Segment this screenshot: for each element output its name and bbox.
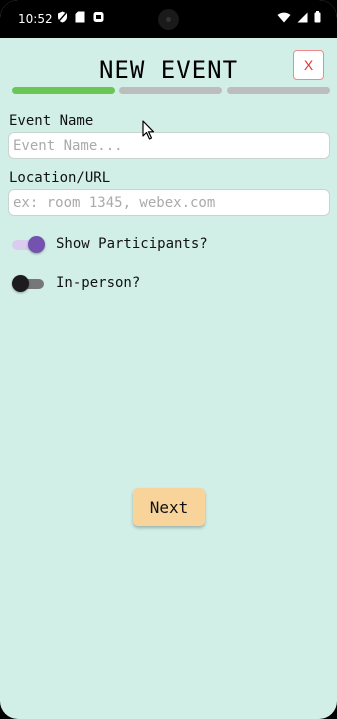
page-title: NEW EVENT <box>98 56 239 84</box>
event-name-label: Event Name <box>9 113 94 129</box>
progress-step-2 <box>119 87 222 94</box>
mouse-cursor-icon <box>142 120 156 144</box>
sd-card-icon <box>75 11 86 23</box>
in-person-toggle[interactable] <box>12 274 46 294</box>
status-left-icons <box>57 11 104 23</box>
sim-icon <box>93 11 104 23</box>
front-camera <box>158 9 179 30</box>
status-time: 10:52 <box>18 12 53 26</box>
status-bar: 10:52 <box>0 0 337 38</box>
progress-step-1 <box>12 87 115 94</box>
show-participants-label: Show Participants? <box>56 236 208 252</box>
in-person-row: In-person? <box>12 272 140 296</box>
location-off-icon <box>57 11 68 23</box>
toggle-thumb <box>12 275 29 292</box>
location-label: Location/URL <box>9 170 111 186</box>
progress-step-3 <box>227 87 330 94</box>
status-right-icons <box>277 11 321 26</box>
location-input[interactable] <box>8 189 330 216</box>
show-participants-toggle[interactable] <box>12 235 46 255</box>
in-person-label: In-person? <box>56 275 141 291</box>
event-name-input[interactable] <box>8 132 330 159</box>
toggle-thumb <box>28 236 45 253</box>
wifi-icon <box>277 12 291 26</box>
app-screen: 10:52 NEW EVENT X Event Name Event Name.… <box>0 0 337 719</box>
step-progress <box>12 87 330 94</box>
close-button[interactable]: X <box>293 50 324 80</box>
next-button[interactable]: Next <box>133 488 205 526</box>
battery-icon <box>314 11 321 26</box>
signal-icon <box>297 12 308 26</box>
show-participants-row: Show Participants? <box>12 233 208 257</box>
